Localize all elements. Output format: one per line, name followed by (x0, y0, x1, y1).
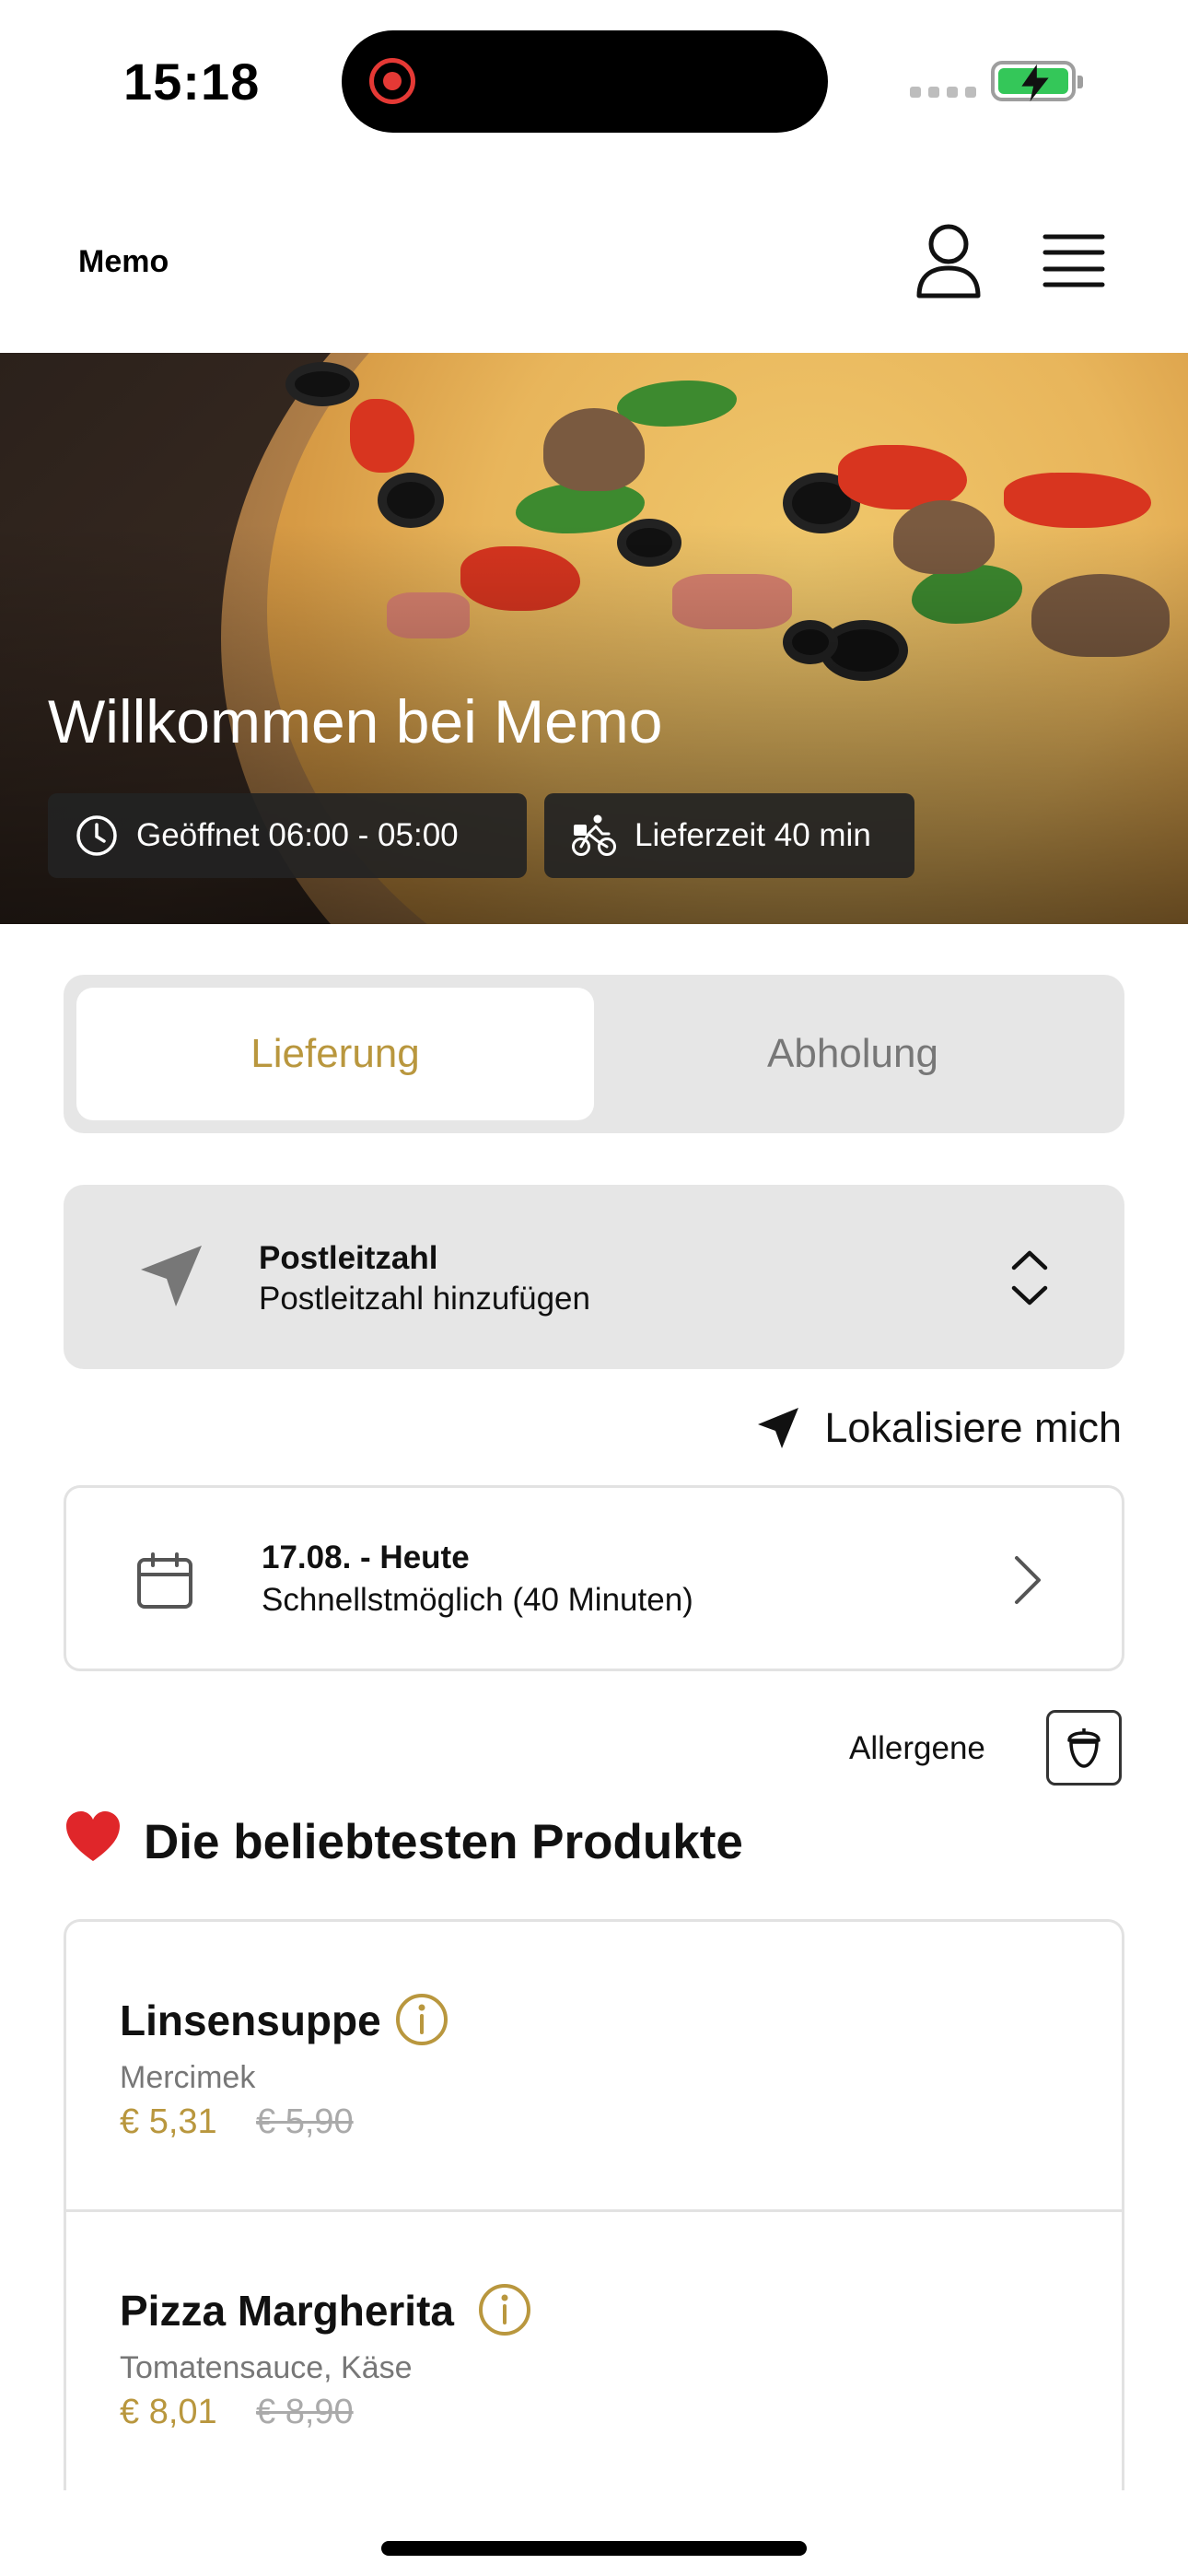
info-icon[interactable] (477, 2282, 532, 2337)
battery-charging-icon (991, 61, 1083, 102)
product-description: Mercimek (120, 2060, 256, 2095)
recording-icon (369, 58, 415, 104)
chevron-right-icon (1015, 1556, 1041, 1604)
dynamic-island (342, 30, 828, 133)
postal-code-placeholder: Postleitzahl hinzufügen (259, 1281, 590, 1317)
order-mode-tabs: Lieferung Abholung (64, 975, 1124, 1133)
user-icon[interactable] (914, 222, 984, 299)
product-name: Linsensuppe (120, 1996, 381, 2044)
allergens-button[interactable] (1046, 1710, 1122, 1786)
tab-pickup[interactable]: Abholung (594, 988, 1112, 1120)
navigation-arrow-icon (141, 1246, 202, 1306)
product-price: € 8,01 (120, 2393, 217, 2431)
section-title: Die beliebtesten Produkte (64, 1809, 743, 1875)
home-indicator (381, 2541, 807, 2556)
date-selector[interactable]: 17.08. - Heute Schnellstmöglich (40 Minu… (64, 1485, 1124, 1671)
allergens-label[interactable]: Allergene (849, 1730, 985, 1767)
status-bar: 15:18 (0, 0, 1188, 161)
delivery-time-badge: Lieferzeit 40 min (544, 793, 914, 878)
navigation-arrow-icon (758, 1408, 799, 1448)
locate-me-button[interactable]: Lokalisiere mich (756, 1400, 1122, 1456)
product-old-price: € 8,90 (256, 2393, 354, 2431)
heart-icon (64, 1809, 122, 1875)
delivery-time-text: Lieferzeit 40 min (635, 817, 871, 853)
product-price: € 5,31 (120, 2102, 217, 2141)
product-name: Pizza Margherita (120, 2287, 454, 2335)
product-old-price: € 5,90 (256, 2102, 354, 2141)
app-header: Memo (0, 161, 1188, 353)
postal-code-label: Postleitzahl (259, 1240, 438, 1276)
product-item[interactable]: Pizza Margherita Tomatensauce, Käse € 8,… (66, 2209, 1122, 2490)
section-title-text: Die beliebtesten Produkte (144, 1815, 743, 1869)
hero-title: Willkommen bei Memo (48, 687, 663, 755)
brand-title[interactable]: Memo (78, 244, 169, 280)
menu-icon[interactable] (1042, 231, 1105, 290)
date-sub: Schnellstmöglich (40 Minuten) (262, 1582, 693, 1618)
postal-code-selector[interactable]: Postleitzahl Postleitzahl hinzufügen (64, 1185, 1124, 1369)
date-label: 17.08. - Heute (262, 1540, 470, 1575)
hero-banner: Willkommen bei Memo Geöffnet 06:00 - 05:… (0, 353, 1188, 924)
opening-hours-badge: Geöffnet 06:00 - 05:00 (48, 793, 527, 878)
signal-icon (910, 87, 976, 98)
chevron-up-down-icon (1011, 1250, 1048, 1306)
tab-delivery[interactable]: Lieferung (76, 988, 594, 1120)
calendar-icon (137, 1552, 192, 1609)
opening-hours-text: Geöffnet 06:00 - 05:00 (136, 817, 459, 853)
status-time: 15:18 (123, 53, 261, 111)
product-item[interactable]: Linsensuppe Mercimek € 5,31 € 5,90 (66, 1922, 1122, 2209)
bicycle-icon (572, 814, 616, 856)
product-list: Linsensuppe Mercimek € 5,31 € 5,90 Pizza… (64, 1919, 1124, 2490)
locate-me-label: Lokalisiere mich (824, 1404, 1122, 1451)
clock-icon (76, 815, 117, 856)
acorn-icon (1067, 1728, 1101, 1768)
product-description: Tomatensauce, Käse (120, 2350, 413, 2385)
info-icon[interactable] (394, 1992, 449, 2047)
